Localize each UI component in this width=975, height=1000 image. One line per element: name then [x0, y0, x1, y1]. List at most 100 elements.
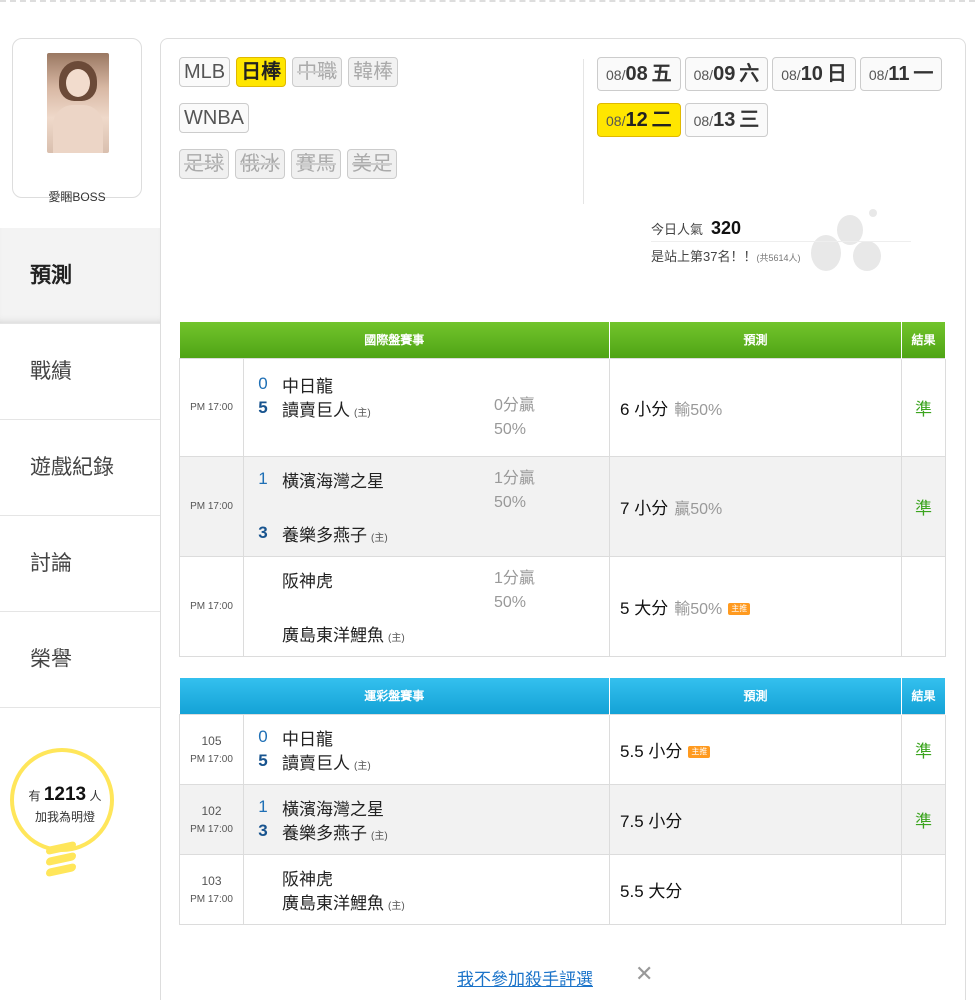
table-row[interactable]: 105 PM 17:00 0 中日龍 5 讀賣巨人 (主) 5.5 小分 主推 準 — [179, 713, 947, 785]
date-button-0812[interactable]: 08/12 二 — [597, 103, 681, 137]
score: 5 — [258, 751, 268, 770]
score: 0 — [258, 727, 268, 746]
prediction: 5.5 大分 — [609, 853, 903, 925]
handicap: 0分贏 — [494, 397, 535, 414]
league-tag-cpbl[interactable]: 中職 — [292, 57, 343, 87]
league-tag-wnba[interactable]: WNBA — [179, 103, 249, 133]
team-name: 養樂多燕子 — [282, 525, 367, 545]
table-header: 結果 — [901, 678, 947, 714]
league-tag-khl[interactable]: 俄冰 — [235, 149, 285, 179]
result: 準 — [901, 713, 947, 785]
game-number: 102 — [201, 803, 222, 818]
league-tag-npb[interactable]: 日棒 — [236, 57, 287, 87]
team-name: 中日龍 — [282, 376, 333, 396]
matchup: 阪神虎 廣島東洋鯉魚 (主) — [242, 853, 611, 925]
nav-item-honor[interactable]: 榮譽 — [0, 612, 160, 708]
prediction: 7.5 小分 — [609, 783, 903, 855]
score: 3 — [258, 523, 268, 542]
table-row[interactable]: PM 17:00 阪神虎 廣島東洋鯉魚 (主) 1分贏 50% 5 大分 輸50… — [179, 555, 947, 657]
handicap-pct: 50% — [494, 494, 527, 511]
game-time: 103 PM 17:00 — [179, 853, 244, 925]
game-time: 105 PM 17:00 — [179, 713, 244, 785]
score: 1 — [258, 797, 268, 816]
nav-item-record[interactable]: 戰績 — [0, 324, 160, 420]
featured-badge: 主推 — [728, 603, 751, 616]
date-button-0810[interactable]: 08/10 日 — [772, 57, 856, 91]
popularity-value: 320 — [711, 218, 742, 238]
result: 準 — [901, 357, 947, 457]
table-row[interactable]: PM 17:00 0 中日龍 5 讀賣巨人 (主) 0分贏 50% 6 小分 輸50% — [179, 357, 947, 457]
league-tag-mlb[interactable]: MLB — [179, 57, 231, 87]
team-name: 阪神虎 — [282, 571, 333, 591]
table-header: 預測 — [609, 678, 903, 714]
nav-item-game-log[interactable]: 遊戲紀錄 — [0, 420, 160, 516]
game-time: PM 17:00 — [179, 357, 244, 457]
score: 0 — [258, 374, 268, 393]
featured-badge: 主推 — [688, 746, 711, 759]
username[interactable]: 愛睏BOSS — [12, 188, 142, 205]
side-nav: 預測 戰績 遊戲紀錄 討論 榮譽 — [0, 228, 160, 708]
table-header: 預測 — [609, 322, 903, 358]
result: 準 — [901, 783, 947, 855]
game-time: PM 17:00 — [179, 555, 244, 657]
score: 3 — [258, 821, 268, 840]
league-tag-nfl[interactable]: 美足 — [347, 149, 397, 179]
matchup: 1 橫濱海灣之星 3 養樂多燕子 (主) 1分贏 50% — [242, 455, 611, 557]
home-marker: (主) — [388, 900, 405, 912]
team-name: 橫濱海灣之星 — [282, 471, 384, 491]
close-icon[interactable]: ✕ — [635, 961, 653, 987]
lightbulb-base-icon — [46, 840, 76, 878]
league-tag-soccer[interactable]: 足球 — [179, 149, 229, 179]
game-number: 105 — [201, 733, 222, 748]
main-panel: MLB 日棒 中職 韓棒 WNBA 足球 俄冰 賽馬 美足 08/08 五 08/09 六 08… — [160, 38, 966, 1000]
divider — [583, 59, 584, 204]
avatar[interactable] — [47, 53, 109, 153]
table-header: 國際盤賽事 — [179, 322, 611, 358]
date-button-0813[interactable]: 08/13 三 — [684, 103, 769, 137]
handicap-pct: 50% — [494, 594, 527, 611]
handicap: 1分贏 — [494, 470, 535, 487]
team-name: 讀賣巨人 — [282, 753, 350, 773]
matchup: 0 中日龍 5 讀賣巨人 (主) 0分贏 50% — [242, 357, 611, 457]
table-row[interactable]: 102 PM 17:00 1 橫濱海灣之星 3 養樂多燕子 (主) 7.5 小分 準 — [179, 783, 947, 855]
prediction: 6 小分 輸50% — [609, 357, 903, 457]
league-tag-horse-racing[interactable]: 賽馬 — [291, 149, 341, 179]
fans-label: 加我為明燈 — [34, 810, 95, 824]
table-row[interactable]: 103 PM 17:00 阪神虎 廣島東洋鯉魚 (主) 5.5 大分 — [179, 853, 947, 925]
lottery-games-table: 運彩盤賽事 預測 結果 105 PM 17:00 0 中日龍 5 讀賣巨人 (主) 5.… — [179, 678, 947, 925]
fans-count: 1213 — [43, 784, 87, 805]
score: 5 — [258, 398, 268, 417]
fans-count-line: 有 1213 人 — [28, 784, 102, 805]
team-name: 廣島東洋鯉魚 — [282, 893, 384, 913]
sidebar: 愛睏BOSS 預測 戰績 遊戲紀錄 討論 榮譽 有 1213 人 加我為明燈 — [0, 28, 160, 1000]
game-number: 103 — [201, 873, 222, 888]
league-tag-kbo[interactable]: 韓棒 — [348, 57, 399, 87]
date-button-0809[interactable]: 08/09 六 — [684, 57, 769, 91]
team-name: 阪神虎 — [282, 869, 333, 889]
nav-item-prediction[interactable]: 預測 — [0, 228, 160, 324]
home-marker: (主) — [371, 532, 388, 544]
matchup: 0 中日龍 5 讀賣巨人 (主) — [242, 713, 611, 785]
result: 準 — [901, 455, 947, 557]
home-marker: (主) — [354, 407, 371, 419]
prediction: 7 小分 贏50% — [609, 455, 903, 557]
opt-out-link[interactable]: 我不參加殺手評選 — [457, 965, 593, 990]
league-tags: MLB 日棒 中職 韓棒 WNBA 足球 俄冰 賽馬 美足 — [179, 57, 579, 195]
intl-games-table: 國際盤賽事 預測 結果 PM 17:00 0 中日龍 5 讀賣巨人 (主) 0分贏 — [179, 322, 947, 657]
handicap-pct: 50% — [494, 421, 527, 438]
date-button-0811[interactable]: 08/11 一 — [859, 57, 943, 91]
team-name: 讀賣巨人 — [282, 400, 350, 420]
team-name: 養樂多燕子 — [282, 823, 367, 843]
handicap: 1分贏 — [494, 570, 535, 587]
result — [901, 555, 947, 657]
nav-item-discussion[interactable]: 討論 — [0, 516, 160, 612]
result — [901, 853, 947, 925]
avatar-card[interactable] — [12, 38, 142, 198]
prediction: 5 大分 輸50% 主推 — [609, 555, 903, 657]
game-time: PM 17:00 — [179, 455, 244, 557]
date-button-0808[interactable]: 08/08 五 — [597, 57, 681, 91]
top-dashed-border — [0, 0, 975, 8]
fans-lightbulb[interactable]: 有 1213 人 加我為明燈 — [10, 748, 120, 878]
table-row[interactable]: PM 17:00 1 橫濱海灣之星 3 養樂多燕子 (主) 1分贏 50% 7 … — [179, 455, 947, 557]
team-name: 廣島東洋鯉魚 — [282, 625, 384, 645]
